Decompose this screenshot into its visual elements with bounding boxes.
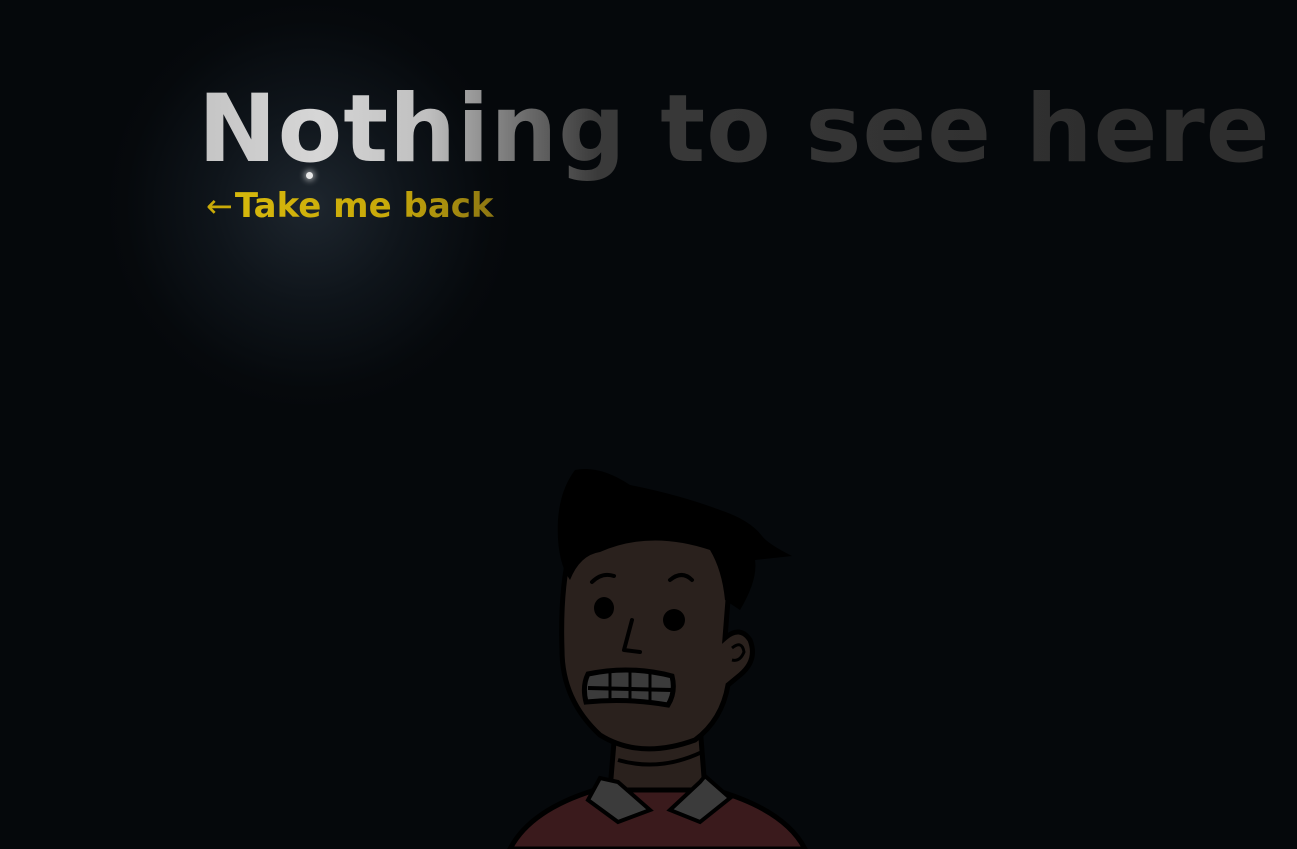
right-eye	[663, 609, 685, 631]
not-found-page: Nothing to see here ← Take me back	[0, 0, 1297, 849]
left-eye	[594, 597, 614, 619]
scared-man-illustration	[507, 469, 808, 849]
cursor-icon	[306, 172, 313, 179]
page-title: Nothing to see here	[198, 74, 1270, 187]
arrow-left-icon: ←	[206, 187, 233, 225]
shirt	[507, 787, 808, 849]
back-link-label: Take me back	[234, 186, 494, 226]
take-me-back-link[interactable]: ← Take me back	[206, 186, 494, 226]
